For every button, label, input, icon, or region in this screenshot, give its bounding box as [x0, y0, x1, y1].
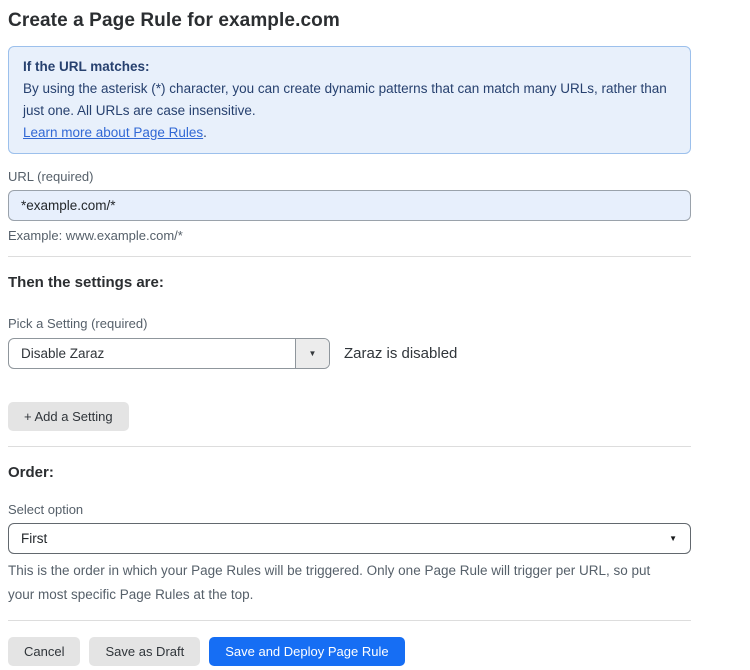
save-and-deploy-button[interactable]: Save and Deploy Page Rule — [209, 637, 404, 666]
url-input[interactable] — [8, 190, 691, 221]
add-setting-button[interactable]: + Add a Setting — [8, 402, 129, 431]
setting-status-text: Zaraz is disabled — [344, 345, 457, 362]
info-box-body: By using the asterisk (*) character, you… — [23, 78, 676, 122]
url-field-label: URL (required) — [8, 169, 691, 184]
divider — [8, 256, 691, 257]
save-as-draft-button[interactable]: Save as Draft — [89, 637, 200, 666]
setting-row: Disable Zaraz ▼ Zaraz is disabled — [8, 338, 691, 369]
form-actions: Cancel Save as Draft Save and Deploy Pag… — [8, 637, 691, 666]
divider — [8, 620, 691, 621]
order-dropdown[interactable]: First ▼ — [8, 523, 691, 554]
page-rule-form: Create a Page Rule for example.com If th… — [8, 9, 691, 666]
order-section-heading: Order: — [8, 464, 691, 482]
learn-more-link[interactable]: Learn more about Page Rules — [23, 125, 203, 140]
divider — [8, 446, 691, 447]
info-box-heading: If the URL matches: — [23, 56, 676, 78]
url-field-example: Example: www.example.com/* — [8, 228, 691, 243]
chevron-down-icon[interactable]: ▼ — [295, 339, 329, 368]
pick-setting-label: Pick a Setting (required) — [8, 316, 691, 331]
page-title: Create a Page Rule for example.com — [8, 9, 691, 32]
url-match-info-box: If the URL matches: By using the asteris… — [8, 46, 691, 154]
settings-section-heading: Then the settings are: — [8, 274, 691, 292]
order-help-text: This is the order in which your Page Rul… — [8, 559, 680, 607]
setting-dropdown[interactable]: Disable Zaraz ▼ — [8, 338, 330, 369]
info-box-link-line: Learn more about Page Rules. — [23, 122, 676, 144]
link-period: . — [203, 125, 207, 140]
setting-dropdown-value: Disable Zaraz — [9, 339, 295, 368]
cancel-button[interactable]: Cancel — [8, 637, 80, 666]
order-dropdown-value: First — [21, 531, 47, 546]
chevron-down-icon: ▼ — [669, 534, 677, 543]
order-select-label: Select option — [8, 502, 691, 517]
